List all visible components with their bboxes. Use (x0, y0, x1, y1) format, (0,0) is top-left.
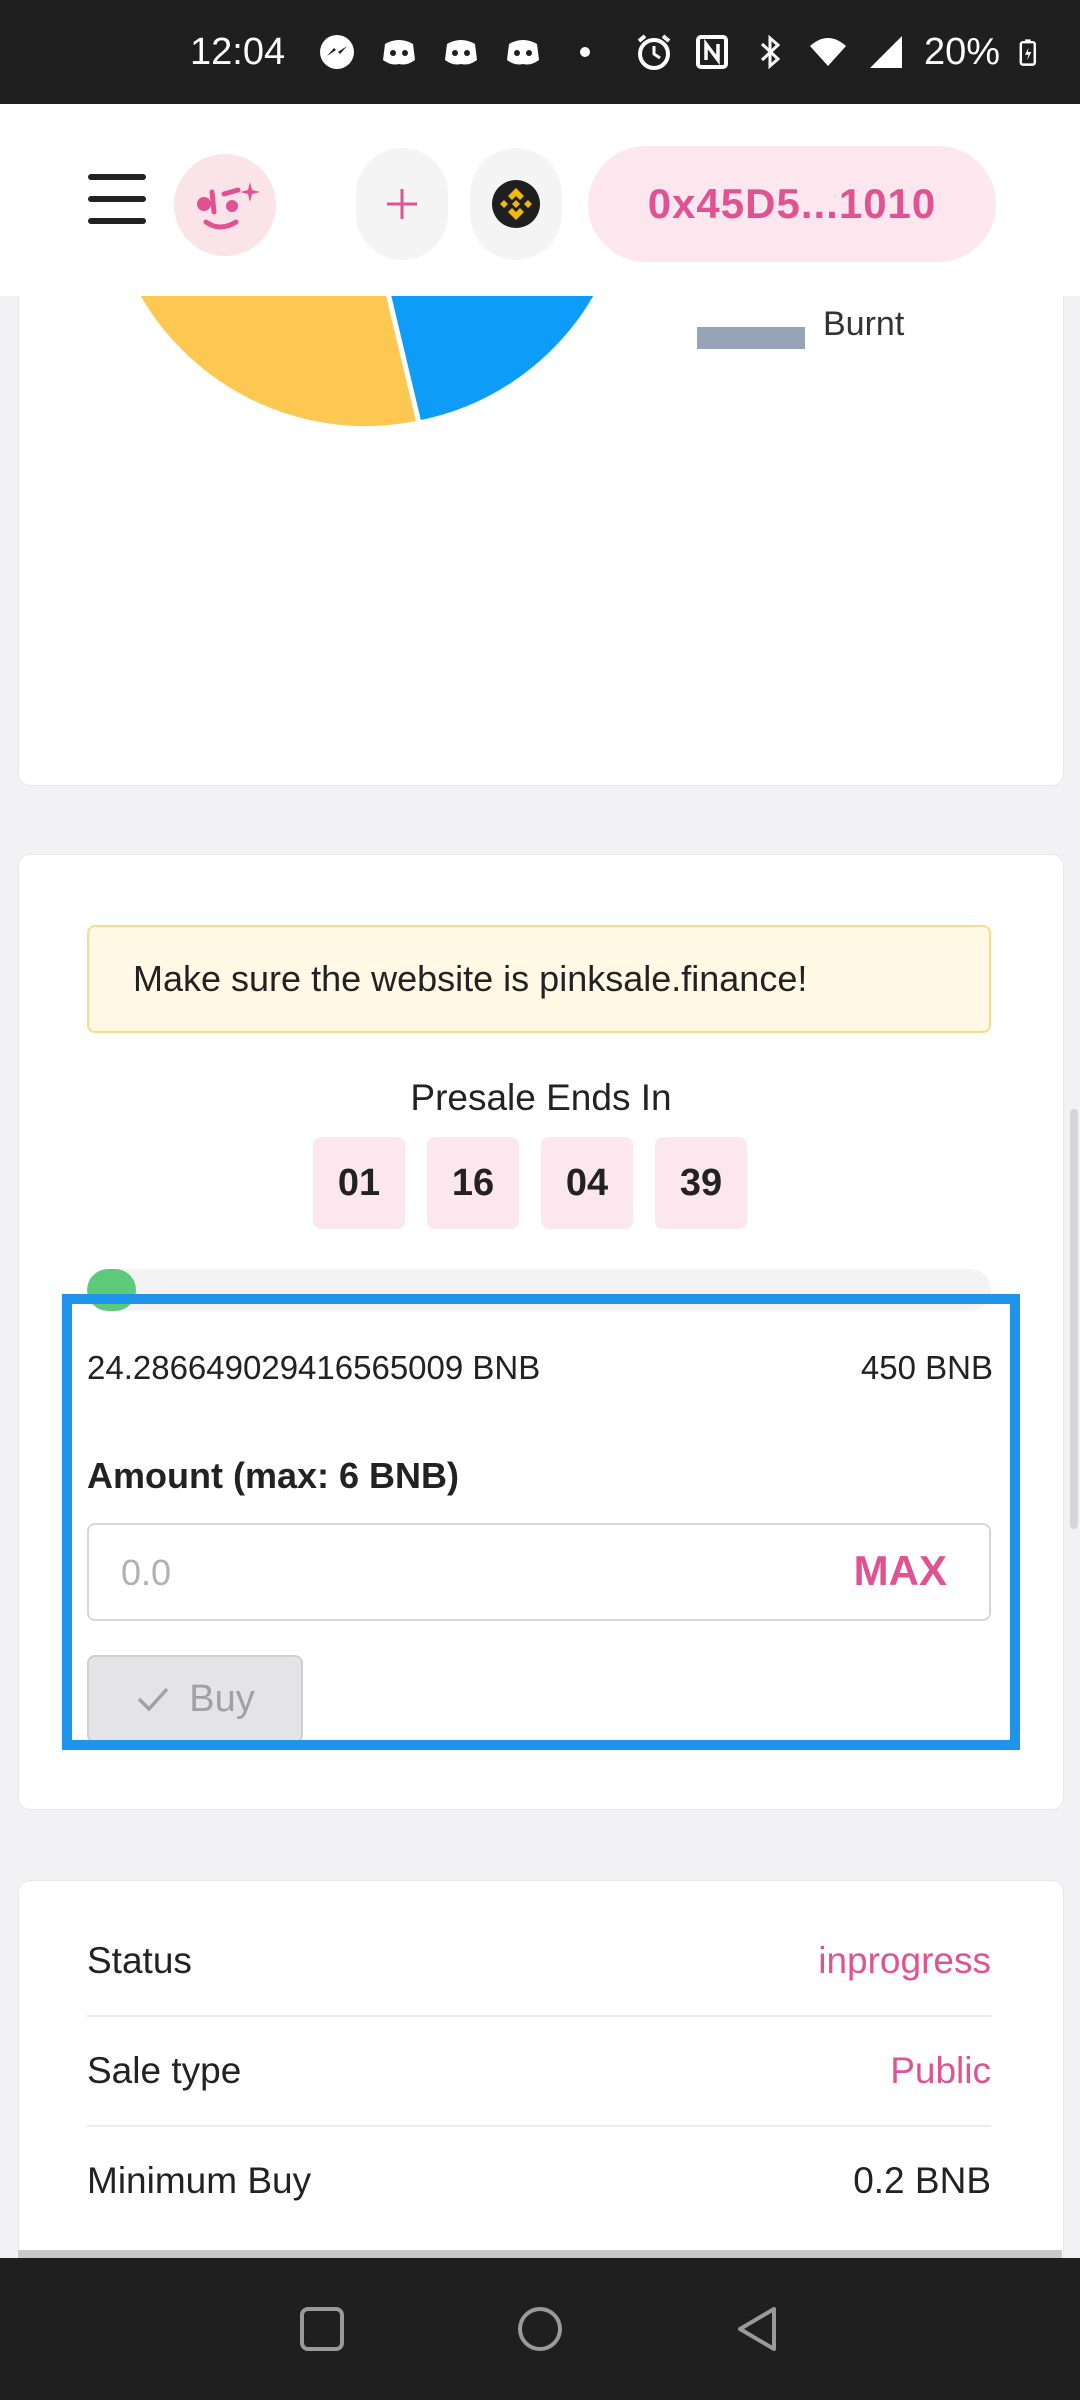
add-button[interactable] (356, 148, 448, 260)
bluetooth-icon (760, 34, 781, 70)
countdown-hours: 16 (427, 1137, 519, 1229)
status-bar: 12:04 20% (0, 0, 1080, 104)
presale-buy-card: Make sure the website is pinksale.financ… (18, 854, 1064, 1810)
messenger-icon (320, 35, 355, 69)
countdown-minutes: 04 (541, 1137, 633, 1229)
presale-ends-title: Presale Ends In (410, 1077, 672, 1118)
wifi-icon (809, 38, 846, 66)
info-label: Minimum Buy (87, 2160, 312, 2201)
plus-icon (387, 189, 417, 219)
website-warning-notice: Make sure the website is pinksale.financ… (87, 925, 991, 1033)
status-time: 12:04 (190, 30, 286, 73)
info-value-minimum-buy: 0.2 BNB (853, 2160, 991, 2201)
signal-icon (869, 36, 902, 68)
info-value-sale-type: Public (890, 2050, 991, 2091)
info-label: Status (87, 1940, 192, 1981)
status-left: 12:04 (190, 0, 605, 104)
chain-selector-button[interactable] (470, 148, 562, 260)
hard-cap-amount: 450 BNB (860, 1349, 993, 1386)
navigation-bar (0, 2258, 1080, 2400)
bnb-icon (492, 180, 540, 228)
amount-field: MAX (87, 1523, 991, 1621)
pinksale-face-icon[interactable] (174, 154, 276, 256)
dot-icon (580, 47, 591, 57)
discord-icon (383, 40, 416, 65)
legend-swatch-burnt (697, 327, 805, 349)
discord-icon (507, 40, 540, 65)
countdown-days: 01 (313, 1137, 405, 1229)
countdown-seconds: 39 (655, 1137, 747, 1229)
countdown: 01 16 04 39 (313, 1137, 747, 1229)
info-value-status: inprogress (818, 1940, 991, 1981)
presale-info-card: Status inprogress Sale type Public Minim… (18, 1880, 1064, 2258)
wallet-address-button[interactable]: 0x45D5...1010 (588, 146, 996, 262)
amount-input[interactable] (119, 1525, 763, 1621)
alarm-icon (637, 34, 671, 70)
amount-label: Amount (max: 6 BNB) (87, 1455, 460, 1496)
back-triangle-icon[interactable] (732, 2303, 784, 2355)
battery-icon (1019, 39, 1037, 66)
hamburger-icon[interactable] (88, 174, 146, 224)
info-row-minimum-buy: Minimum Buy 0.2 BNB (87, 2127, 991, 2235)
buy-button[interactable]: Buy (87, 1655, 303, 1743)
max-button[interactable]: MAX (854, 1547, 947, 1595)
info-row-status: Status inprogress (87, 1907, 991, 2017)
app-header: 0x45D5...1010 (0, 104, 1080, 296)
legend-label-burnt: Burnt (823, 305, 905, 343)
raised-amount: 24.286649029416565009 BNB (87, 1349, 541, 1386)
buy-button-label: Buy (189, 1677, 255, 1720)
info-label: Sale type (87, 2050, 242, 2091)
page-content[interactable]: 0x45D5...1010 Burnt Make sure the websit… (0, 104, 1080, 2258)
scrollbar[interactable] (1070, 1109, 1078, 1529)
nfc-icon (695, 35, 728, 69)
presale-progress-bar (87, 1269, 991, 1311)
home-circle-icon[interactable] (514, 2303, 566, 2355)
page-bottom-divider (18, 2250, 1062, 2258)
discord-icon (445, 40, 478, 65)
battery-percent: 20% (923, 30, 1000, 73)
presale-progress-fill (87, 1269, 136, 1311)
status-right: 20% (634, 0, 1046, 104)
info-row-sale-type: Sale type Public (87, 2017, 991, 2127)
recents-square-icon[interactable] (296, 2303, 348, 2355)
check-icon (138, 1687, 169, 1712)
